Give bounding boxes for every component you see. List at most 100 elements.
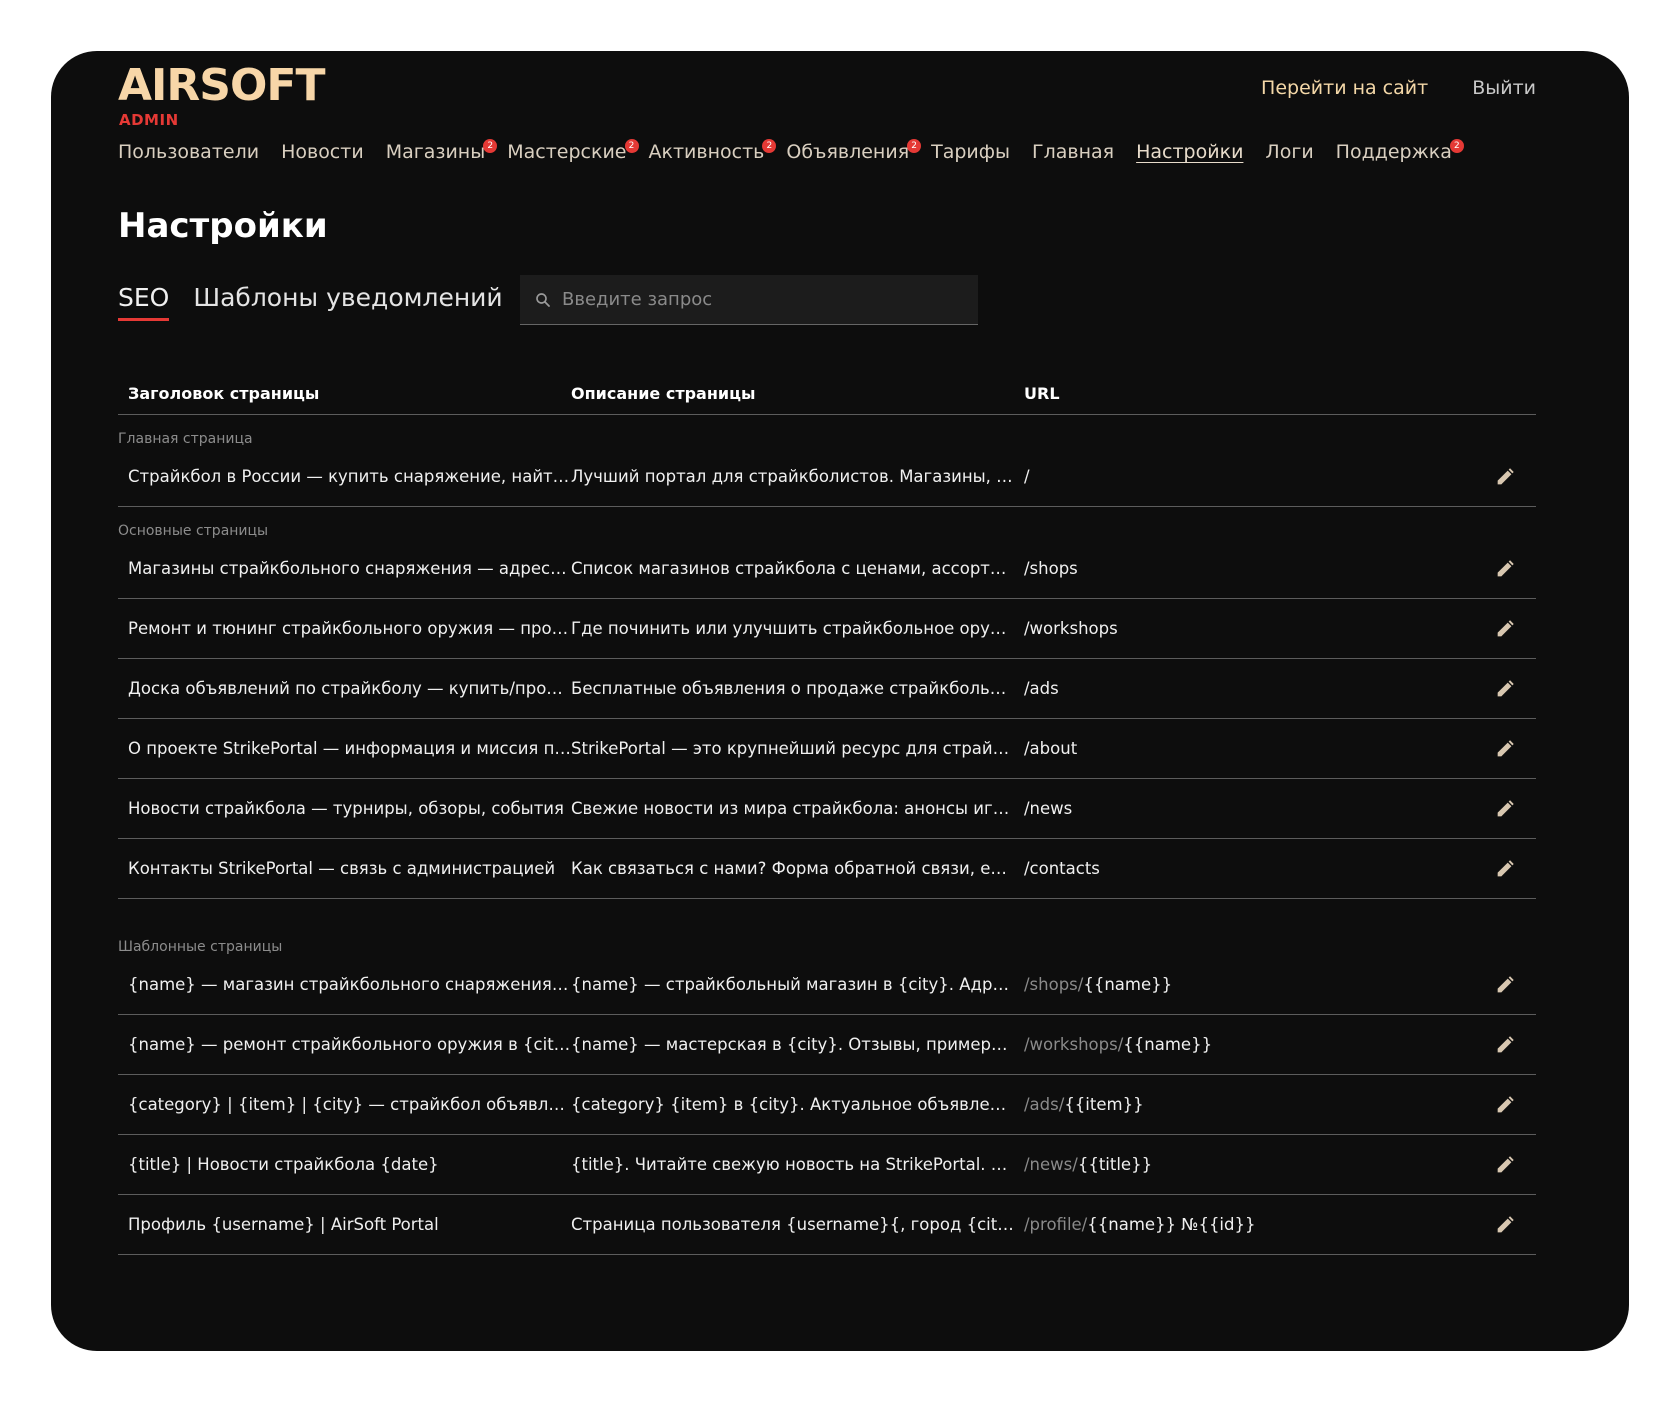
tab-1[interactable]: Шаблоны уведомлений (193, 283, 502, 321)
nav-item-8[interactable]: Настройки (1136, 141, 1243, 163)
nav-item-1[interactable]: Новости (281, 141, 364, 163)
url-prefix: /workshops/ (1024, 1035, 1124, 1054)
header-title: Заголовок страницы (128, 384, 320, 403)
logo[interactable]: AIRSOFT ADMIN (118, 60, 325, 129)
row-title: {name} — магазин страйкбольного снаряжен… (128, 975, 571, 994)
group-label: Основные страницы (118, 523, 269, 539)
url-prefix: /ads/ (1024, 1095, 1065, 1114)
row-url: /news (1024, 799, 1476, 818)
url-prefix: /news/ (1024, 1155, 1078, 1174)
table-row[interactable]: Профиль {username} | AirSoft Portal Стран… (118, 1195, 1536, 1255)
row-actions (1476, 1154, 1536, 1176)
table-row[interactable]: Контакты StrikePortal — связь с админист… (118, 839, 1536, 899)
edit-icon[interactable] (1494, 1214, 1516, 1236)
url-value: /news (1024, 799, 1073, 818)
url-value: {{title}} (1077, 1155, 1153, 1174)
row-description: {category} {item} в {city}. Актуальное о… (571, 1095, 1024, 1114)
row-description: Свежие новости из мира страйкбола: анонс… (571, 799, 1024, 818)
edit-icon[interactable] (1494, 1034, 1516, 1056)
row-url: /workshops (1024, 619, 1476, 638)
edit-icon[interactable] (1494, 738, 1516, 760)
row-title: {title} | Новости страйкбола {date} (128, 1155, 439, 1174)
tab-0[interactable]: SEO (118, 283, 170, 321)
edit-icon[interactable] (1494, 466, 1516, 488)
row-description: Список магазинов страйкбола с ценами, ас… (571, 559, 1024, 578)
row-url: /ads (1024, 679, 1476, 698)
url-prefix: /profile/ (1024, 1215, 1088, 1234)
table-row[interactable]: О проекте StrikePortal — информация и ми… (118, 719, 1536, 779)
row-description: StrikePortal — это крупнейший ресурс для… (571, 739, 1024, 758)
row-title: {name} — ремонт страйкбольного оружия в … (128, 1035, 571, 1054)
row-url: /shops (1024, 559, 1476, 578)
table-row[interactable]: Новости страйкбола — турниры, обзоры, со… (118, 779, 1536, 839)
edit-icon[interactable] (1494, 798, 1516, 820)
table-row[interactable]: {name} — магазин страйкбольного снаряжен… (118, 955, 1536, 1015)
row-url: /about (1024, 739, 1476, 758)
notification-badge: 2 (762, 139, 777, 153)
edit-icon[interactable] (1494, 678, 1516, 700)
url-value: {{name}} (1123, 1035, 1213, 1054)
edit-icon[interactable] (1494, 974, 1516, 996)
nav-item-5[interactable]: Объявления 2 (786, 139, 922, 163)
logout-link[interactable]: Выйти (1472, 77, 1536, 99)
row-url: /profile/{{name}} №{{id}} (1024, 1215, 1476, 1234)
table-row[interactable]: Доска объявлений по страйкболу — купить/… (118, 659, 1536, 719)
logo-text: AIRSOFT (118, 60, 325, 111)
nav-item-6[interactable]: Тарифы (931, 141, 1010, 163)
header-description: Описание страницы (571, 384, 756, 403)
nav-item-2[interactable]: Магазины 2 (386, 139, 498, 163)
row-description: Страница пользователя {username}{, город… (571, 1215, 1024, 1234)
table-row[interactable]: Страйкбол в России — купить снаряжение, … (118, 447, 1536, 507)
url-value: {{name}} (1083, 975, 1173, 994)
row-actions (1476, 558, 1536, 580)
row-description: Бесплатные объявления о продаже страйкбо… (571, 679, 1024, 698)
row-title: Страйкбол в России — купить снаряжение, … (128, 467, 571, 486)
row-url: /ads/{{item}} (1024, 1095, 1476, 1114)
settings-tabs: SEO Шаблоны уведомлений (118, 283, 503, 321)
row-title: Новости страйкбола — турниры, обзоры, со… (128, 799, 564, 818)
nav-item-0[interactable]: Пользователи (118, 141, 259, 163)
search-box[interactable] (520, 275, 978, 325)
table-row[interactable]: Ремонт и тюнинг страйкбольного оружия — … (118, 599, 1536, 659)
url-value: {{item}} (1064, 1095, 1144, 1114)
edit-icon[interactable] (1494, 858, 1516, 880)
nav-item-label: Главная (1032, 141, 1115, 163)
go-to-site-link[interactable]: Перейти на сайт (1261, 77, 1428, 99)
nav-item-label: Объявления (786, 141, 910, 163)
row-title: Профиль {username} | AirSoft Portal (128, 1215, 439, 1234)
table-row[interactable]: {name} — ремонт страйкбольного оружия в … (118, 1015, 1536, 1075)
url-value: /ads (1024, 679, 1059, 698)
edit-icon[interactable] (1494, 618, 1516, 640)
row-description: Лучший портал для страйкболистов. Магази… (571, 467, 1024, 486)
nav-item-label: Настройки (1136, 141, 1244, 163)
search-icon (536, 292, 550, 307)
nav-item-9[interactable]: Логи (1265, 141, 1313, 163)
row-description: {name} — страйкбольный магазин в {city}.… (571, 975, 1024, 994)
edit-icon[interactable] (1494, 558, 1516, 580)
row-actions (1476, 858, 1536, 880)
url-value: /about (1024, 739, 1078, 758)
table-row[interactable]: {category} | {item} | {city} — страйкбол… (118, 1075, 1536, 1135)
edit-icon[interactable] (1494, 1094, 1516, 1116)
url-value: {{name}} №{{id}} (1087, 1215, 1256, 1234)
row-actions (1476, 738, 1536, 760)
row-url: /news/{{title}} (1024, 1155, 1476, 1174)
table-row[interactable]: Магазины страйкбольного снаряжения — адр… (118, 539, 1536, 599)
logo-subtitle: ADMIN (119, 111, 179, 129)
search-input[interactable] (562, 289, 962, 310)
nav-item-3[interactable]: Мастерские 2 (507, 139, 639, 163)
row-title: О проекте StrikePortal — информация и ми… (128, 739, 571, 758)
group-label: Главная страница (118, 431, 253, 447)
url-value: /workshops (1024, 619, 1118, 638)
row-url: /shops/{{name}} (1024, 975, 1476, 994)
row-actions (1476, 618, 1536, 640)
nav-item-label: Поддержка (1335, 141, 1452, 163)
nav-item-7[interactable]: Главная (1032, 141, 1114, 163)
nav-item-10[interactable]: Поддержка 2 (1335, 139, 1464, 163)
notification-badge: 2 (1449, 139, 1464, 153)
row-actions (1476, 1034, 1536, 1056)
row-url: /contacts (1024, 859, 1476, 878)
edit-icon[interactable] (1494, 1154, 1516, 1176)
nav-item-4[interactable]: Активность 2 (649, 139, 777, 163)
table-row[interactable]: {title} | Новости страйкбола {date} {titl… (118, 1135, 1536, 1195)
